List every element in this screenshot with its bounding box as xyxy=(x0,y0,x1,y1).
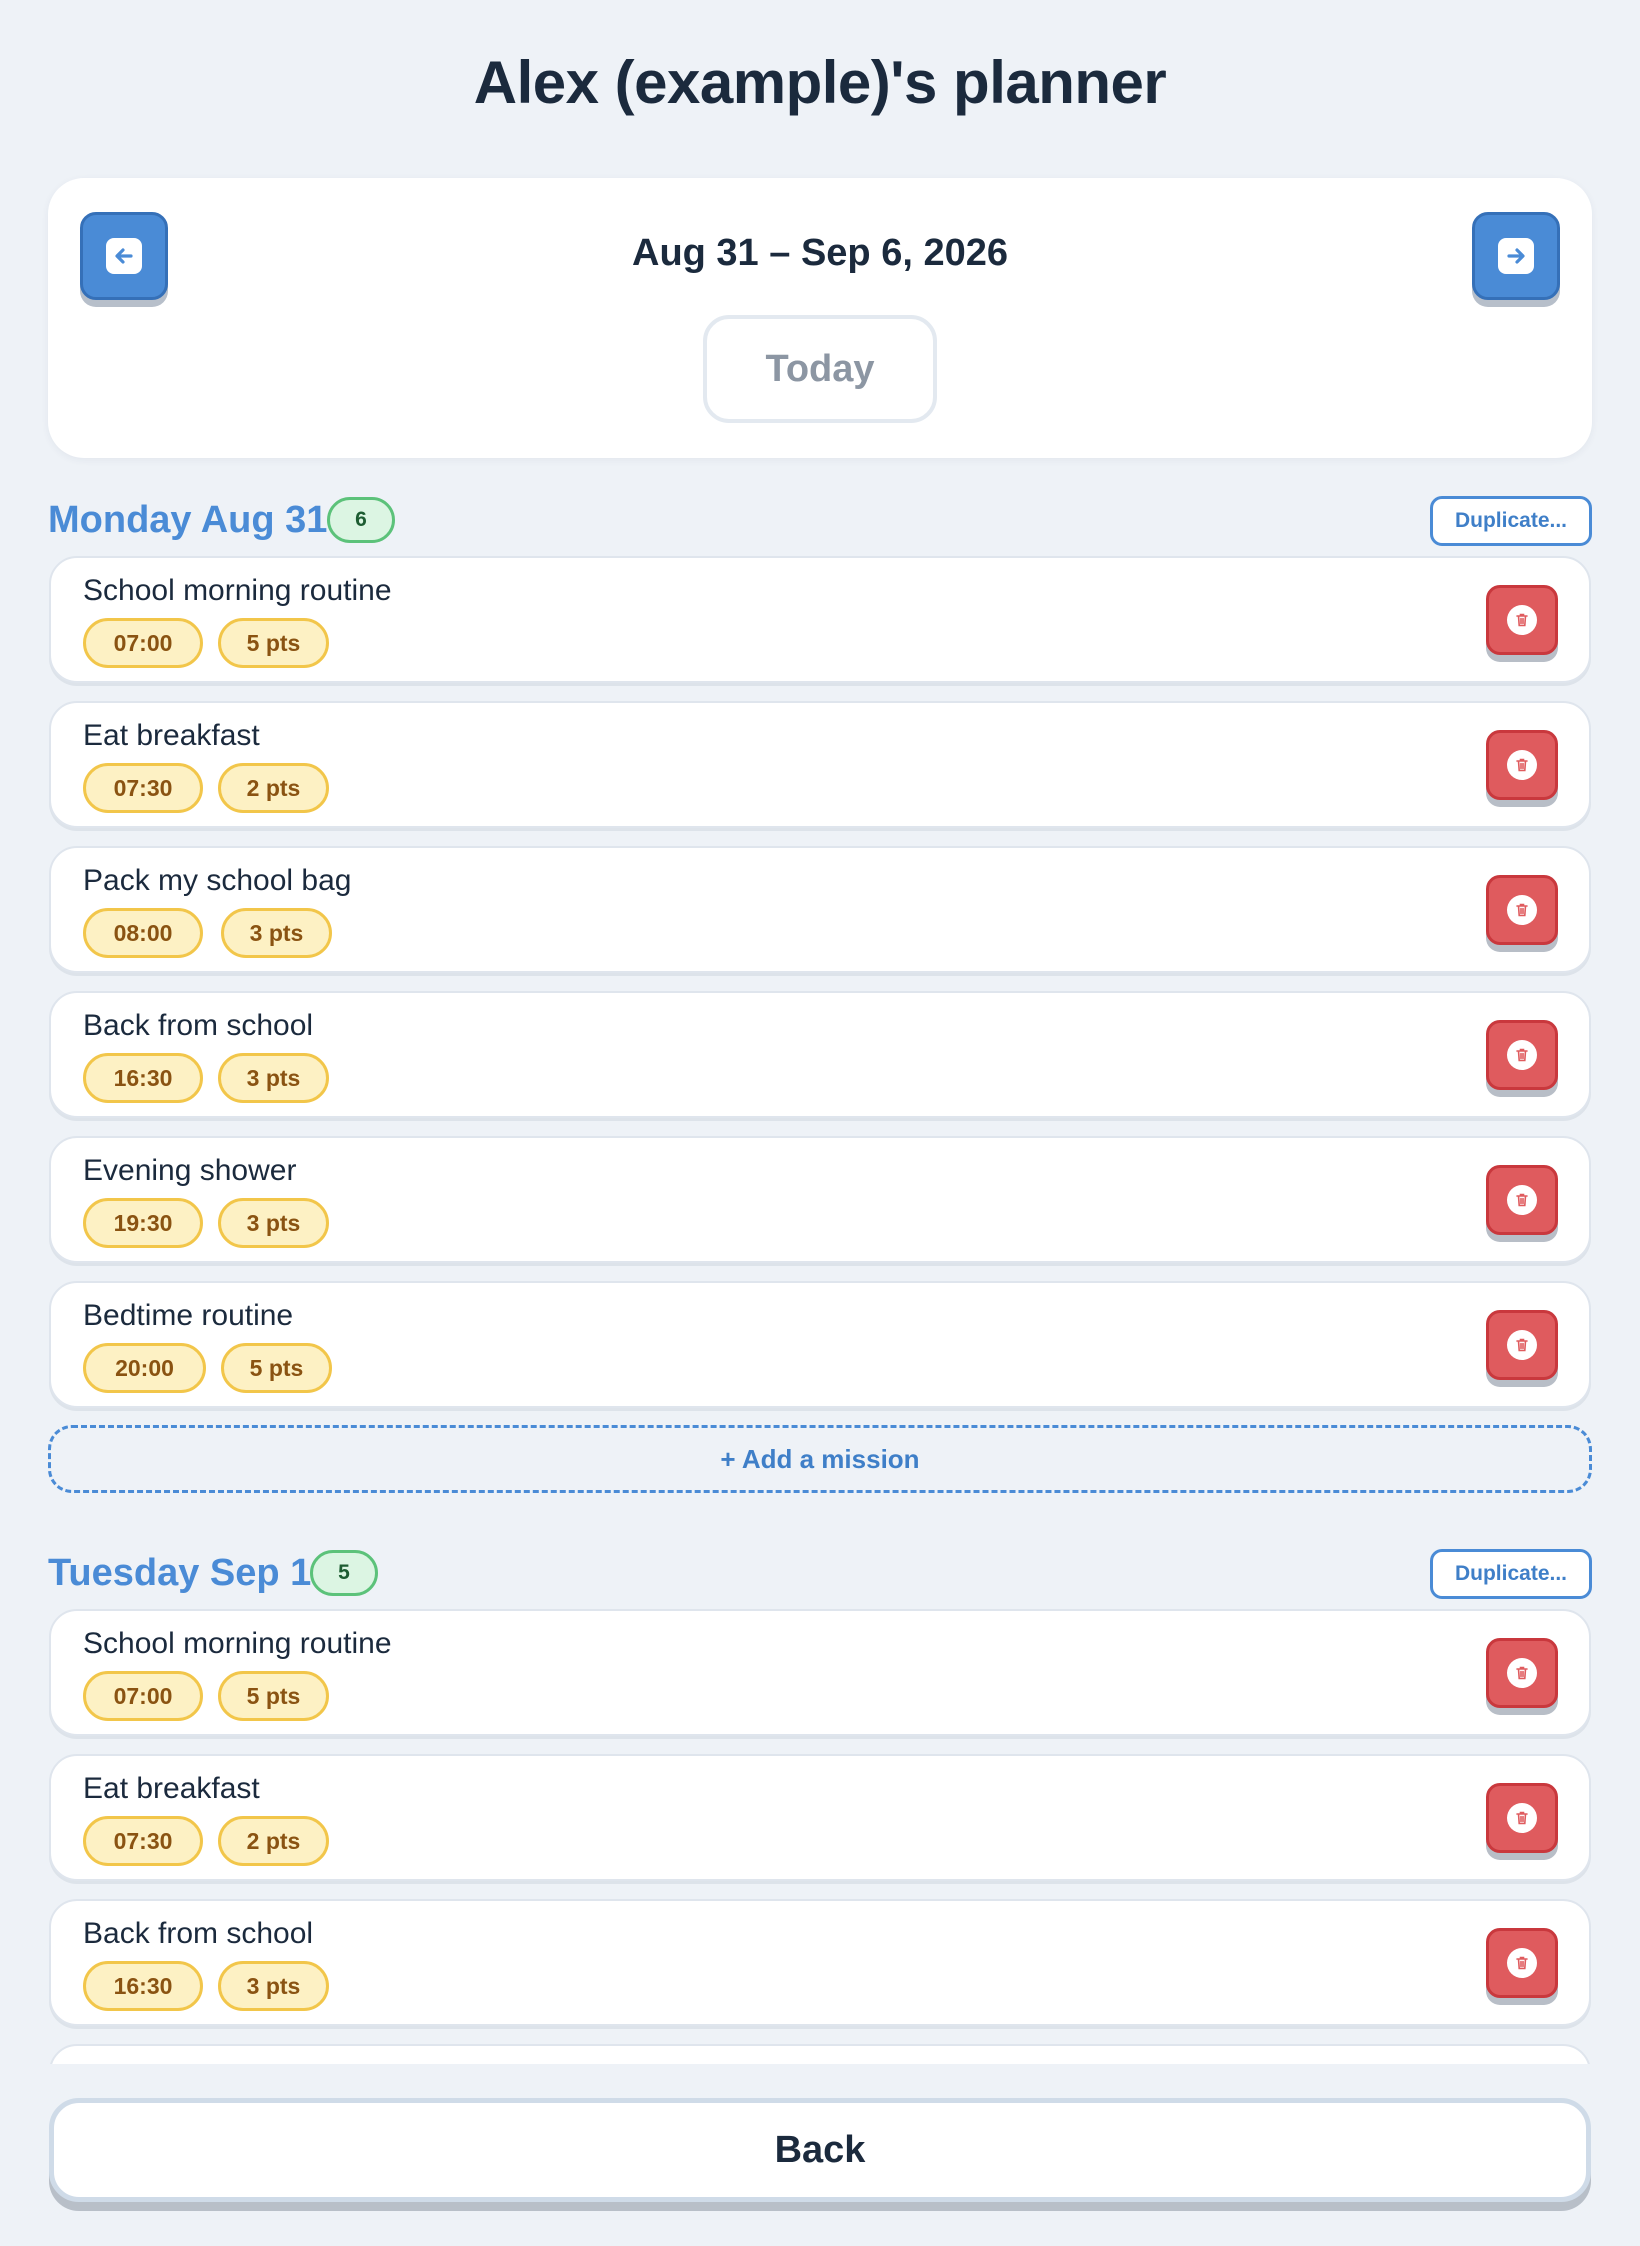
task-title: Eat breakfast xyxy=(83,1772,260,1805)
week-range: Aug 31 – Sep 6, 2026 xyxy=(632,232,1008,274)
task-card[interactable] xyxy=(49,2044,1591,2064)
trash-icon xyxy=(1507,1040,1537,1070)
arrow-right-icon xyxy=(1498,238,1534,274)
trash-icon xyxy=(1507,895,1537,925)
day-title: Monday Aug 31 xyxy=(48,499,328,541)
task-points-chip: 5 pts xyxy=(218,1671,329,1721)
task-time-chip: 07:30 xyxy=(83,1816,203,1866)
delete-task-button[interactable] xyxy=(1486,585,1558,655)
task-title: Evening shower xyxy=(83,1154,297,1187)
delete-task-button[interactable] xyxy=(1486,1638,1558,1708)
task-time-chip: 16:30 xyxy=(83,1961,203,2011)
trash-icon xyxy=(1507,605,1537,635)
task-points-chip: 3 pts xyxy=(218,1961,329,2011)
task-time-chip: 07:00 xyxy=(83,618,203,668)
task-card[interactable]: Evening shower 19:30 3 pts xyxy=(49,1136,1591,1263)
task-card[interactable]: School morning routine 07:00 5 pts xyxy=(49,1609,1591,1736)
trash-icon xyxy=(1507,1185,1537,1215)
task-card[interactable]: Back from school 16:30 3 pts xyxy=(49,991,1591,1118)
task-title: Pack my school bag xyxy=(83,864,352,897)
day-title: Tuesday Sep 1 xyxy=(48,1552,312,1594)
task-card[interactable]: Bedtime routine 20:00 5 pts xyxy=(49,1281,1591,1408)
trash-icon xyxy=(1507,750,1537,780)
today-button[interactable]: Today xyxy=(703,315,937,423)
task-points-chip: 5 pts xyxy=(218,618,329,668)
task-time-chip: 07:00 xyxy=(83,1671,203,1721)
add-mission-button[interactable]: + Add a mission xyxy=(48,1425,1592,1493)
task-time-chip: 16:30 xyxy=(83,1053,203,1103)
delete-task-button[interactable] xyxy=(1486,1783,1558,1853)
task-time-chip: 07:30 xyxy=(83,763,203,813)
task-title: Back from school xyxy=(83,1917,314,1950)
day-header: Tuesday Sep 1 5 Duplicate... xyxy=(48,1545,1592,1601)
trash-icon xyxy=(1507,1658,1537,1688)
task-title: Eat breakfast xyxy=(83,719,260,752)
delete-task-button[interactable] xyxy=(1486,730,1558,800)
task-points-chip: 3 pts xyxy=(221,908,332,958)
task-time-chip: 19:30 xyxy=(83,1198,203,1248)
task-time-chip: 20:00 xyxy=(83,1343,206,1393)
task-points-chip: 2 pts xyxy=(218,1816,329,1866)
task-title: Bedtime routine xyxy=(83,1299,294,1332)
delete-task-button[interactable] xyxy=(1486,875,1558,945)
page-title: Alex (example)'s planner xyxy=(473,49,1167,116)
task-points-chip: 3 pts xyxy=(218,1053,329,1103)
day-header: Monday Aug 31 6 Duplicate... xyxy=(48,492,1592,548)
week-navigator: Aug 31 – Sep 6, 2026 Today xyxy=(48,178,1592,458)
trash-icon xyxy=(1507,1948,1537,1978)
day-list[interactable]: Monday Aug 31 6 Duplicate... School morn… xyxy=(0,478,1640,2064)
trash-icon xyxy=(1507,1330,1537,1360)
trash-icon xyxy=(1507,1803,1537,1833)
task-card[interactable]: Eat breakfast 07:30 2 pts xyxy=(49,701,1591,828)
task-title: Back from school xyxy=(83,1009,314,1042)
duplicate-day-button[interactable]: Duplicate... xyxy=(1430,1549,1592,1599)
task-count-badge: 6 xyxy=(327,497,395,543)
back-button[interactable]: Back xyxy=(49,2098,1591,2202)
task-count-badge: 5 xyxy=(310,1550,378,1596)
task-card[interactable]: School morning routine 07:00 5 pts xyxy=(49,556,1591,683)
delete-task-button[interactable] xyxy=(1486,1928,1558,1998)
task-card[interactable]: Eat breakfast 07:30 2 pts xyxy=(49,1754,1591,1881)
delete-task-button[interactable] xyxy=(1486,1020,1558,1090)
task-card[interactable]: Back from school 16:30 3 pts xyxy=(49,1899,1591,2026)
task-card[interactable]: Pack my school bag 08:00 3 pts xyxy=(49,846,1591,973)
duplicate-day-button[interactable]: Duplicate... xyxy=(1430,496,1592,546)
task-points-chip: 2 pts xyxy=(218,763,329,813)
delete-task-button[interactable] xyxy=(1486,1165,1558,1235)
delete-task-button[interactable] xyxy=(1486,1310,1558,1380)
next-week-button[interactable] xyxy=(1472,212,1560,300)
task-title: School morning routine xyxy=(83,574,392,607)
task-points-chip: 5 pts xyxy=(221,1343,332,1393)
task-points-chip: 3 pts xyxy=(218,1198,329,1248)
task-title: School morning routine xyxy=(83,1627,392,1660)
task-time-chip: 08:00 xyxy=(83,908,203,958)
